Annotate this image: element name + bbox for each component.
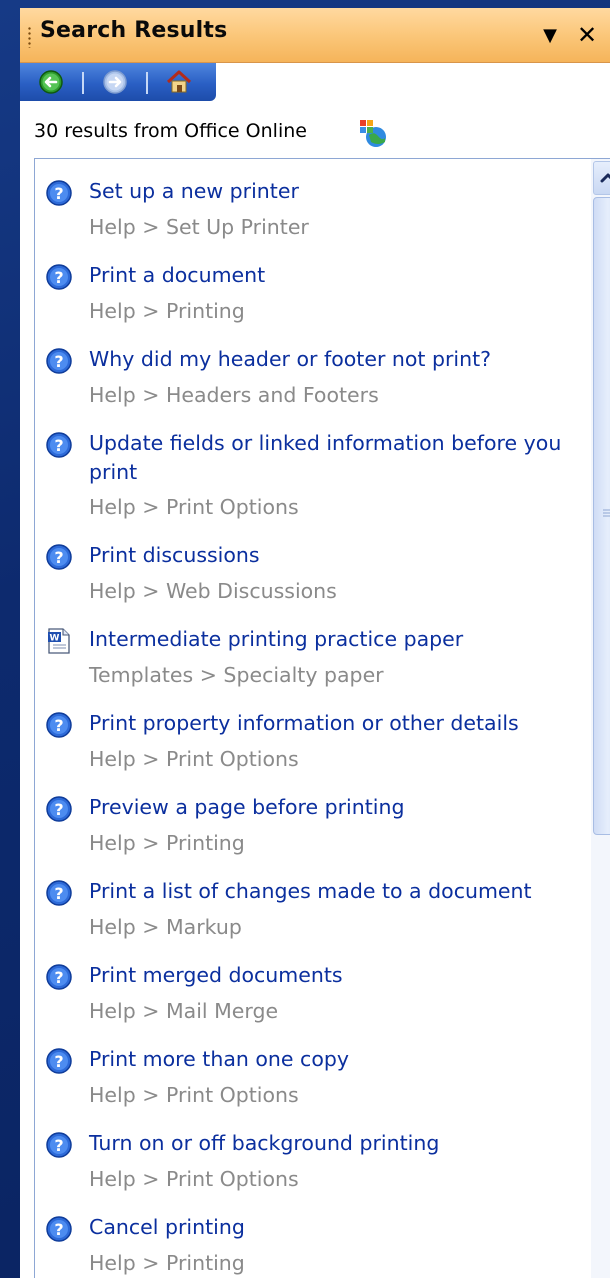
result-title-link[interactable]: Print more than one copy (89, 1045, 569, 1074)
help-icon: ? (46, 712, 72, 738)
back-arrow-icon (39, 70, 63, 94)
result-category: Help > Print Options (89, 1083, 299, 1107)
svg-text:W: W (50, 634, 60, 644)
task-pane-header: Search Results ▼ ✕ (20, 8, 610, 63)
help-icon: ? (46, 264, 72, 290)
result-title-link[interactable]: Intermediate printing practice paper (89, 625, 569, 654)
result-category: Help > Mail Merge (89, 999, 279, 1023)
navigation-toolbar (20, 63, 610, 109)
result-title-link[interactable]: Preview a page before printing (89, 793, 569, 822)
result-title-link[interactable]: Turn on or off background printing (89, 1129, 569, 1158)
help-icon: ? (46, 1048, 72, 1074)
toolbar-separator (82, 72, 84, 94)
svg-text:?: ? (54, 800, 63, 819)
nav-strip (20, 63, 216, 101)
help-icon: ? (46, 180, 72, 206)
help-icon: ? (46, 348, 72, 374)
svg-text:?: ? (54, 548, 63, 567)
office-online-icon (360, 120, 386, 147)
svg-text:?: ? (54, 352, 63, 371)
home-icon (166, 70, 192, 93)
search-results-pane: Search Results ▼ ✕ 30 results from Offic… (20, 8, 610, 1278)
svg-text:?: ? (54, 884, 63, 903)
chevron-up-icon (600, 173, 610, 183)
result-category: Help > Printing (89, 299, 245, 323)
svg-text:?: ? (54, 716, 63, 735)
help-icon: ? (46, 544, 72, 570)
scroll-up-button[interactable] (593, 161, 610, 195)
result-title-link[interactable]: Print a list of changes made to a docume… (89, 877, 569, 906)
result-category: Help > Markup (89, 915, 242, 939)
home-button[interactable] (164, 68, 194, 96)
drag-grip-icon[interactable] (28, 26, 31, 48)
help-icon: ? (46, 796, 72, 822)
close-pane-button[interactable]: ✕ (574, 22, 600, 48)
result-title-link[interactable]: Why did my header or footer not print? (89, 345, 569, 374)
pane-menu-button[interactable]: ▼ (538, 24, 562, 48)
close-icon: ✕ (576, 21, 598, 49)
result-category: Templates > Specialty paper (89, 663, 384, 687)
svg-text:?: ? (54, 268, 63, 287)
svg-text:?: ? (54, 968, 63, 987)
result-title-link[interactable]: Cancel printing (89, 1213, 569, 1242)
forward-arrow-icon (103, 70, 127, 94)
svg-text:?: ? (54, 436, 63, 455)
results-list: ? Set up a new printer Help > Set Up Pri… (34, 158, 610, 1278)
result-title-link[interactable]: Print property information or other deta… (89, 709, 569, 738)
result-category: Help > Printing (89, 831, 245, 855)
toolbar-separator (146, 72, 148, 94)
pane-title: Search Results (40, 18, 228, 43)
result-category: Help > Print Options (89, 1167, 299, 1191)
scroll-thumb[interactable] (593, 197, 610, 835)
word-template-icon: W (48, 628, 70, 654)
result-category: Help > Web Discussions (89, 579, 337, 603)
result-title-link[interactable]: Update fields or linked information befo… (89, 429, 569, 487)
result-category: Help > Print Options (89, 495, 299, 519)
result-category: Help > Print Options (89, 747, 299, 771)
help-icon: ? (46, 880, 72, 906)
help-icon: ? (46, 1216, 72, 1242)
result-title-link[interactable]: Set up a new printer (89, 177, 569, 206)
chevron-down-icon: ▼ (543, 25, 557, 46)
svg-text:?: ? (54, 1220, 63, 1239)
help-icon: ? (46, 432, 72, 458)
back-button[interactable] (36, 68, 66, 96)
forward-button[interactable] (100, 68, 130, 96)
result-category: Help > Set Up Printer (89, 215, 309, 239)
svg-text:?: ? (54, 1136, 63, 1155)
svg-text:?: ? (54, 1052, 63, 1071)
result-title-link[interactable]: Print merged documents (89, 961, 569, 990)
result-title-link[interactable]: Print a document (89, 261, 569, 290)
grip-lines-icon (603, 509, 610, 517)
help-icon: ? (46, 1132, 72, 1158)
help-icon: ? (46, 964, 72, 990)
vertical-scrollbar[interactable] (591, 159, 610, 1278)
svg-text:?: ? (54, 184, 63, 203)
result-category: Help > Printing (89, 1251, 245, 1275)
result-title-link[interactable]: Print discussions (89, 541, 569, 570)
results-count: 30 results from Office Online (34, 120, 307, 142)
result-category: Help > Headers and Footers (89, 383, 379, 407)
